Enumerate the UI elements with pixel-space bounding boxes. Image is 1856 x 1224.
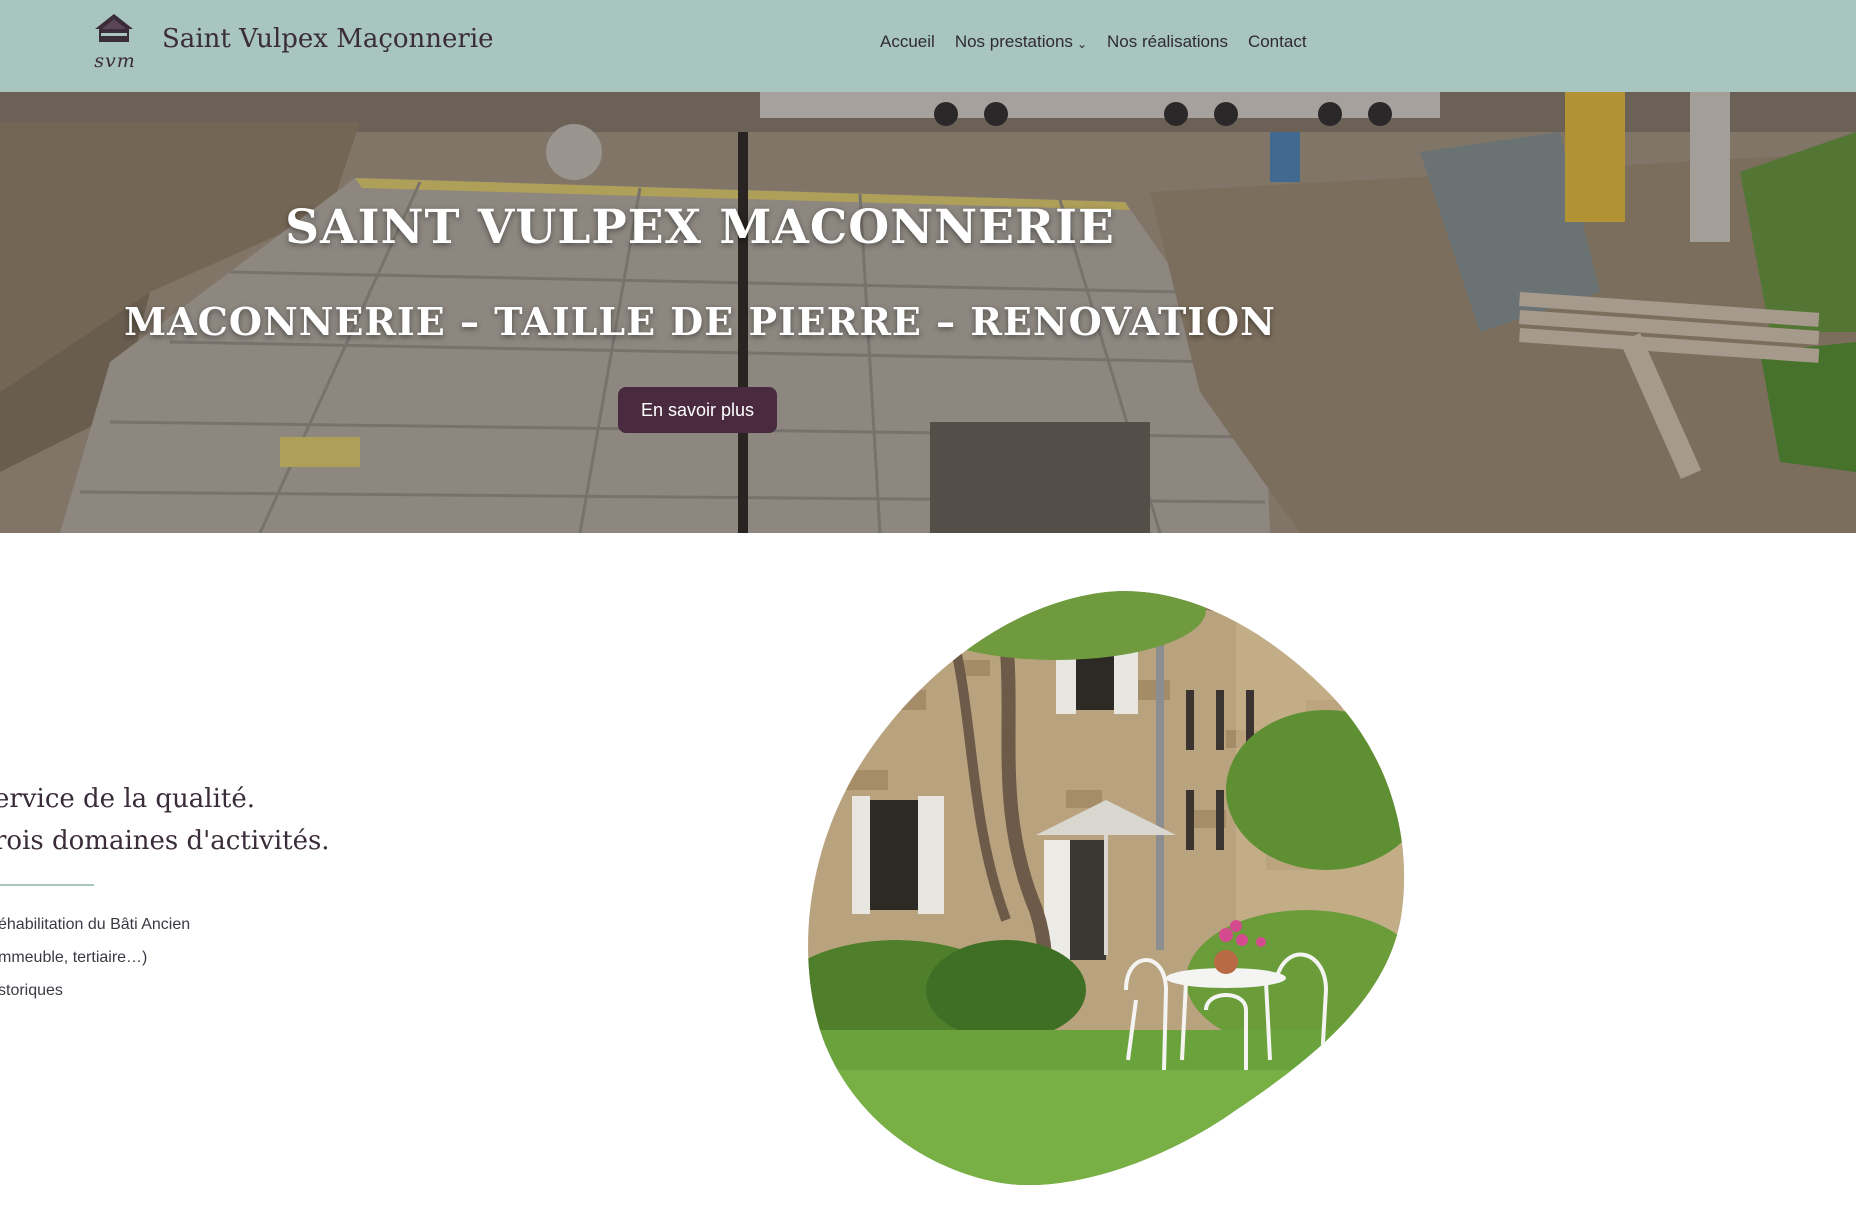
house-icon	[95, 14, 133, 42]
nav-label: Nos prestations	[954, 32, 1073, 51]
nav-item-accueil[interactable]: Accueil	[870, 30, 945, 54]
intro-lead-line: ervice de la qualité.	[0, 784, 256, 814]
services-list: éhabilitation du Bâti Ancien mmeuble, te…	[0, 908, 190, 1007]
stone-house-garden-image	[808, 591, 1405, 1186]
hero-subtitle: MACONNERIE – TAILLE DE PIERRE – RENOVATI…	[124, 299, 1276, 344]
list-item: mmeuble, tertiaire…)	[0, 949, 148, 966]
nav-item-nos-realisations[interactable]: Nos réalisations	[1097, 30, 1238, 54]
main-nav: Accueil Nos prestations ⌄ Nos réalisatio…	[870, 30, 1317, 54]
nav-item-nos-prestations[interactable]: Nos prestations ⌄	[945, 30, 1097, 54]
nav-item-contact[interactable]: Contact	[1238, 30, 1317, 54]
hero-section: SAINT VULPEX MACONNERIE MACONNERIE – TAI…	[0, 92, 1856, 533]
learn-more-button[interactable]: En savoir plus	[618, 387, 777, 433]
list-item: storiques	[0, 982, 63, 999]
hero-title: SAINT VULPEX MACONNERIE	[285, 200, 1115, 255]
nav-label: Accueil	[880, 32, 935, 51]
divider	[0, 884, 94, 886]
chevron-down-icon: ⌄	[1076, 37, 1087, 51]
logo-mark: svm	[94, 50, 136, 72]
intro-lead: ervice de la qualité. rois domaines d'ac…	[0, 778, 414, 862]
logo[interactable]: svm	[90, 12, 138, 72]
site-title[interactable]: Saint Vulpex Maçonnerie	[162, 24, 494, 54]
intro-lead-line: rois domaines d'activités.	[0, 826, 330, 856]
list-item: éhabilitation du Bâti Ancien	[0, 916, 191, 933]
nav-label: Contact	[1247, 32, 1307, 51]
nav-label: Nos réalisations	[1107, 32, 1228, 51]
site-header: svm Saint Vulpex Maçonnerie Accueil Nos …	[0, 0, 1856, 92]
